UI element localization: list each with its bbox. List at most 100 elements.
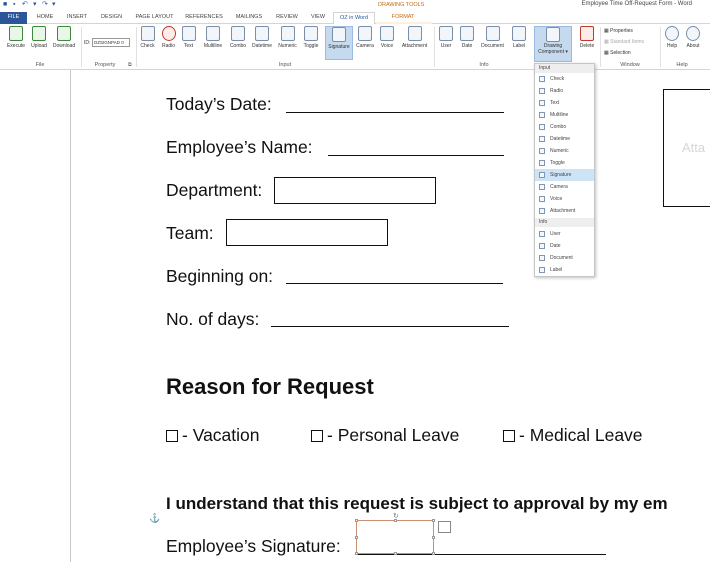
menu-item-document[interactable]: Document [535,252,594,264]
user-icon [539,231,545,237]
numeric-button[interactable]: Numeric [275,26,300,60]
dialog-launcher-icon[interactable]: ⧉ [128,62,132,68]
standard-items-button[interactable]: ▦ Standard Items [604,39,644,45]
attachment-button[interactable]: Attachment [398,26,431,60]
ribbon-separator [136,27,137,67]
resize-handle[interactable] [355,552,358,555]
no-of-days-line[interactable] [271,326,509,327]
menu-item-user[interactable]: User [535,228,594,240]
beginning-on-label: Beginning on: [166,266,274,286]
drawing-component-button[interactable]: Drawing Component ▾ [534,26,572,62]
datetime-button[interactable]: Datetime [249,26,275,60]
tab-insert[interactable]: INSERT [63,13,91,24]
menu-item-radio[interactable]: Radio [535,85,594,97]
properties-button[interactable]: ▦ Properties [604,28,633,34]
radio-button[interactable]: Radio [159,26,178,60]
approval-statement: I understand that this request is subjec… [166,494,668,513]
undo-icon[interactable]: ↶ [22,1,28,9]
menu-item-check[interactable]: Check [535,73,594,85]
menu-item-date[interactable]: Date [535,240,594,252]
menu-item-label[interactable]: Label [535,264,594,276]
text-button[interactable]: Text [180,26,197,60]
label-icon [512,26,526,41]
user-icon [439,26,453,41]
menu-item-signature[interactable]: Signature [535,169,594,181]
layout-options-icon[interactable] [438,521,451,533]
about-button[interactable]: About [683,26,703,60]
selection-button[interactable]: ▦ Selection [604,50,631,56]
medical-leave-checkbox[interactable]: - Medical Leave [503,425,643,446]
calendar-icon [539,136,545,142]
user-button[interactable]: User [437,26,455,60]
menu-item-text[interactable]: Text [535,97,594,109]
signature-component-frame[interactable]: ↻ [355,513,435,555]
todays-date-line[interactable] [286,112,504,113]
menu-item-datetime[interactable]: Datetime [535,133,594,145]
employee-name-line[interactable] [328,155,504,156]
tab-review[interactable]: REVIEW [273,13,301,24]
menu-item-attachment[interactable]: Attachment [535,205,594,217]
ribbon-separator [81,27,82,67]
employee-signature-label: Employee’s Signature: [166,536,341,556]
tab-file[interactable]: FILE [0,12,27,24]
tab-home[interactable]: HOME [32,13,58,24]
menu-item-numeric[interactable]: Numeric [535,145,594,157]
title-bar: ■ ▪ ↶ ▾ ↷ ▾ DRAWING TOOLS Employee Time … [0,0,710,11]
toggle-button[interactable]: Toggle [300,26,322,60]
redo-icon[interactable]: ↷ [42,1,48,9]
id-input[interactable]: OZSIGNPAD 0 [91,38,130,47]
tab-format[interactable]: FORMAT [386,13,420,24]
document-icon [539,255,545,261]
menu-item-multiline[interactable]: Multiline [535,109,594,121]
multiline-button[interactable]: Multiline [199,26,227,60]
upload-button[interactable]: Upload [28,26,50,60]
tab-page-layout[interactable]: PAGE LAYOUT [132,13,177,24]
menu-item-camera[interactable]: Camera [535,181,594,193]
execute-button[interactable]: Execute [4,26,28,60]
signature-button[interactable]: Signature [325,26,353,60]
tab-references[interactable]: REFERENCES [183,13,225,24]
menu-item-voice[interactable]: Voice [535,193,594,205]
group-label-input: Input [278,62,292,68]
drawing-component-menu: Input Check Radio Text Multiline Combo D… [534,63,595,277]
checkbox-square-icon[interactable] [311,430,323,442]
camera-button[interactable]: Camera [354,26,376,60]
download-button[interactable]: Download [50,26,78,60]
date-button[interactable]: Date [458,26,476,60]
label-button[interactable]: Label [509,26,529,60]
document-area[interactable]: Today’s Date: Employee’s Name: Departmen… [0,70,710,562]
tab-design[interactable]: DESIGN [97,13,126,24]
calendar-icon [255,26,269,41]
resize-handle[interactable] [432,536,435,539]
personal-leave-checkbox[interactable]: - Personal Leave [311,425,459,446]
resize-handle[interactable] [432,552,435,555]
resize-handle[interactable] [355,519,358,522]
department-field[interactable] [274,177,436,204]
qa-customize-icon[interactable]: ▾ [52,1,56,9]
document-button[interactable]: Document [477,26,508,60]
menu-item-combo[interactable]: Combo [535,121,594,133]
info-icon [686,26,700,41]
resize-handle[interactable] [355,536,358,539]
check-button[interactable]: Check [138,26,157,60]
undo-dropdown-icon[interactable]: ▾ [33,1,37,9]
resize-handle[interactable] [432,519,435,522]
checkbox-square-icon[interactable] [166,430,178,442]
resize-handle[interactable] [394,552,397,555]
tab-mailings[interactable]: MAILINGS [231,13,267,24]
rotate-handle-icon[interactable]: ↻ [393,512,399,520]
menu-item-toggle[interactable]: Toggle [535,157,594,169]
attachment-frame[interactable]: Atta [663,89,710,207]
checkbox-square-icon[interactable] [503,430,515,442]
team-field[interactable] [226,219,388,246]
delete-button[interactable]: Delete [576,26,598,60]
combo-button[interactable]: Combo [227,26,249,60]
voice-button[interactable]: Voice [377,26,397,60]
save-icon[interactable]: ▪ [13,1,15,9]
vacation-checkbox[interactable]: - Vacation [166,425,260,446]
radio-icon [539,88,545,94]
help-button[interactable]: Help [663,26,681,60]
beginning-on-line[interactable] [286,283,503,284]
tab-view[interactable]: VIEW [306,13,330,24]
ribbon-tabs: FILE HOME INSERT DESIGN PAGE LAYOUT REFE… [0,11,710,35]
